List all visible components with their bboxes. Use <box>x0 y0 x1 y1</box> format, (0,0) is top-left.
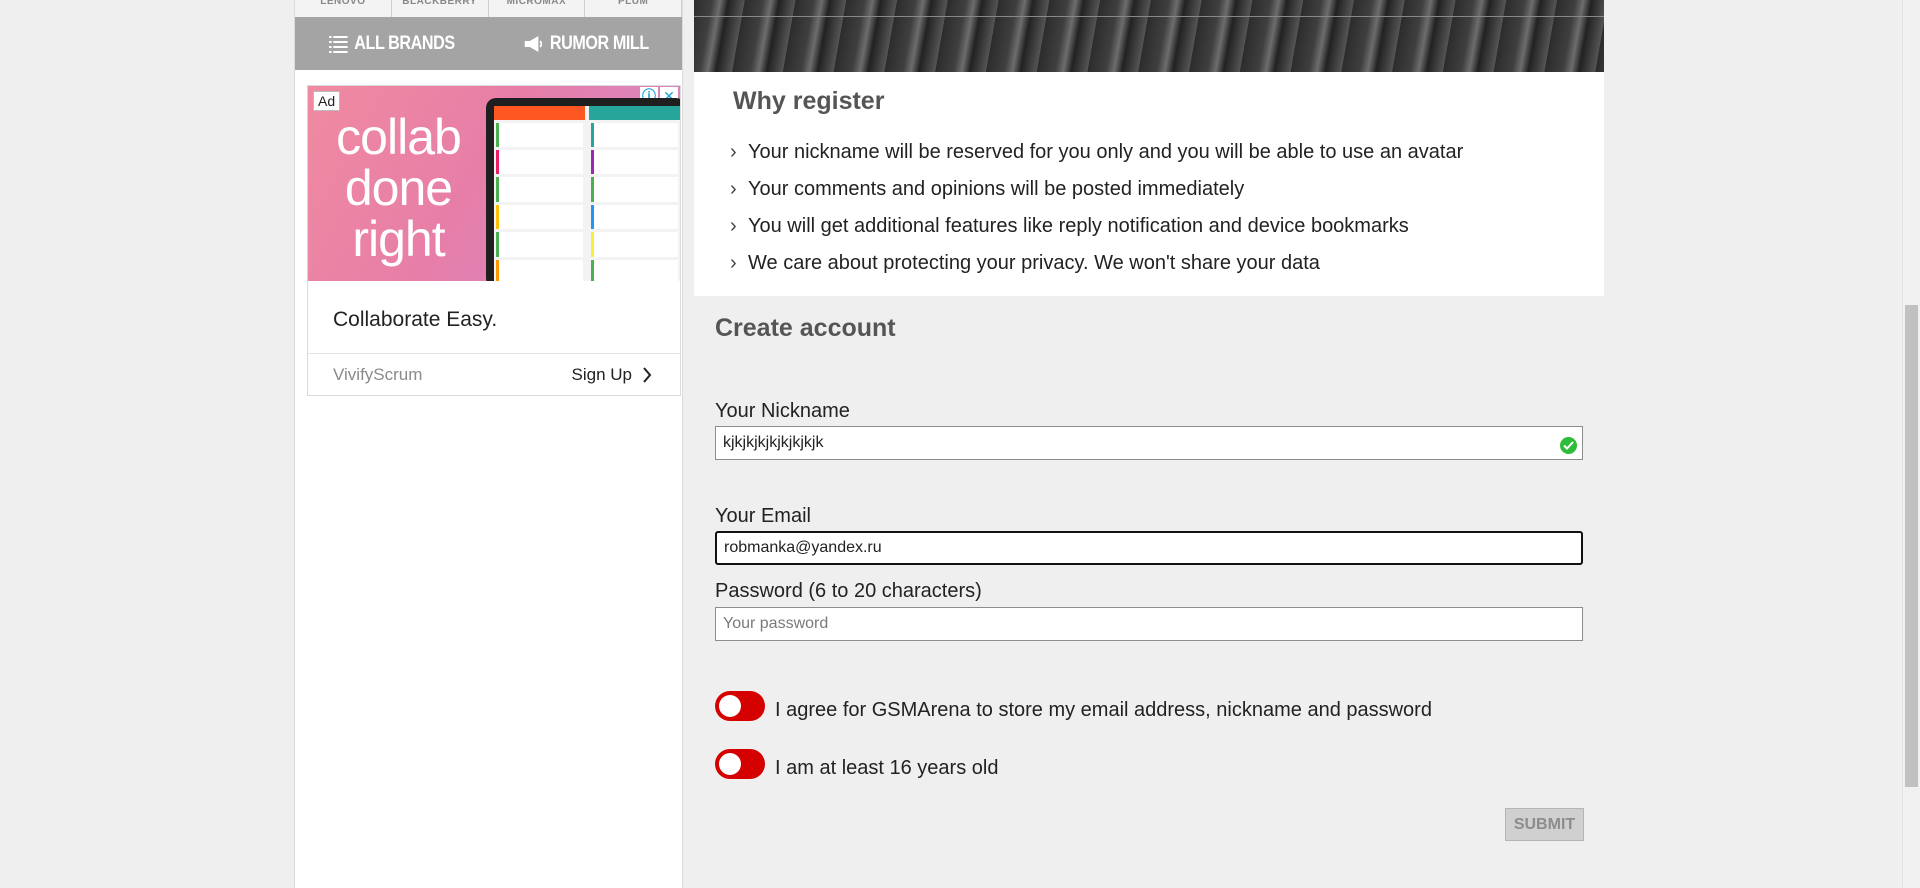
scrollbar[interactable] <box>1902 0 1920 888</box>
brand-strip: LENOVO BLACKBERRY MICROMAX PLUM <box>295 0 682 18</box>
ad-headline: collab done right <box>336 109 462 267</box>
ad-title[interactable]: Collaborate Easy. <box>333 308 497 332</box>
rumor-mill-label: RUMOR MILL <box>549 32 649 54</box>
chevron-right-icon: › <box>730 178 737 200</box>
chevron-right-icon <box>643 367 652 383</box>
create-account-form: Create account Your Nickname Your Email … <box>694 296 1604 888</box>
scrollbar-thumb[interactable] <box>1905 305 1918 787</box>
all-brands-label: ALL BRANDS <box>354 32 455 54</box>
brand-link-lenovo[interactable]: LENOVO <box>295 0 392 17</box>
why-register-section: Why register › Your nickname will be rese… <box>694 72 1604 296</box>
chevron-right-icon: › <box>730 141 737 163</box>
ad-cta-label: Sign Up <box>571 365 632 384</box>
toggle-knob <box>719 695 741 717</box>
checkmark-icon <box>1560 437 1577 454</box>
list-item: › We care about protecting your privacy. … <box>730 252 1320 274</box>
brand-link-micromax[interactable]: MICROMAX <box>489 0 586 17</box>
agree-toggle[interactable] <box>715 691 765 721</box>
ad-image[interactable]: Ad ⓘ ✕ collab done right <box>308 86 680 281</box>
brand-navbar: ALL BRANDS RUMOR MILL <box>295 17 682 70</box>
list-item: › Your nickname will be reserved for you … <box>730 141 1464 163</box>
nickname-input[interactable] <box>715 426 1583 460</box>
ad-divider <box>308 353 680 354</box>
all-brands-button[interactable]: ALL BRANDS <box>310 33 474 55</box>
password-input[interactable] <box>715 607 1583 641</box>
chevron-right-icon: › <box>730 252 737 274</box>
password-label: Password (6 to 20 characters) <box>715 580 982 602</box>
megaphone-icon <box>523 35 542 52</box>
brand-link-plum[interactable]: PLUM <box>585 0 682 17</box>
why-register-list: › Your nickname will be reserved for you … <box>730 134 1463 282</box>
submit-button[interactable]: SUBMIT <box>1505 808 1584 841</box>
why-register-title: Why register <box>733 87 885 115</box>
age-label: I am at least 16 years old <box>775 757 999 779</box>
ad-badge: Ad <box>313 91 341 111</box>
email-label: Your Email <box>715 505 811 527</box>
main-content: Why register › Your nickname will be rese… <box>694 0 1604 888</box>
ad-signup-button[interactable]: Sign Up <box>572 365 652 385</box>
ad-sponsor[interactable]: VivifyScrum <box>333 365 422 385</box>
nickname-label: Your Nickname <box>715 400 850 422</box>
rumor-mill-button[interactable]: RUMOR MILL <box>503 33 667 55</box>
list-item: › You will get additional features like r… <box>730 215 1409 237</box>
create-account-title: Create account <box>715 314 896 342</box>
email-field[interactable] <box>715 531 1583 565</box>
sidebar: LENOVO BLACKBERRY MICROMAX PLUM ALL BRAN… <box>294 0 683 888</box>
advertisement[interactable]: Ad ⓘ ✕ collab done right Collaborate Eas… <box>307 85 681 396</box>
chevron-right-icon: › <box>730 215 737 237</box>
hero-image <box>694 0 1604 72</box>
list-icon <box>328 35 348 53</box>
list-item: › Your comments and opinions will be post… <box>730 178 1245 200</box>
brand-link-blackberry[interactable]: BLACKBERRY <box>392 0 489 17</box>
toggle-knob <box>719 753 741 775</box>
age-toggle[interactable] <box>715 749 765 779</box>
agree-label: I agree for GSMArena to store my email a… <box>775 699 1432 721</box>
ad-tablet-illustration <box>486 98 680 281</box>
